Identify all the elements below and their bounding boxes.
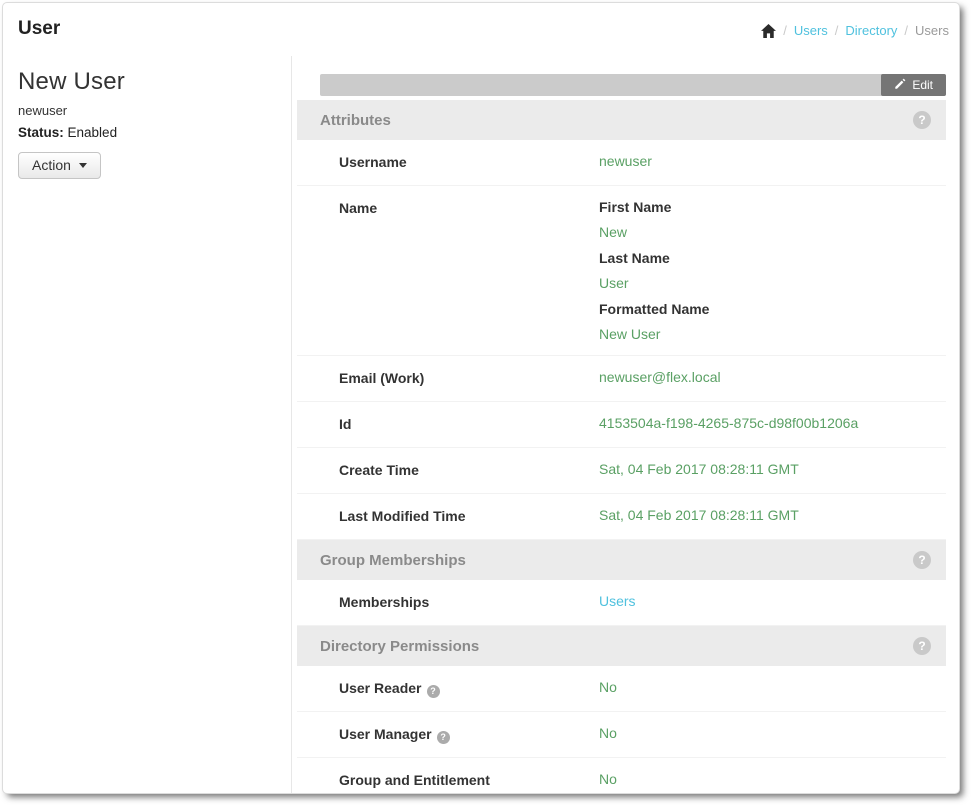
permission-row-user-manager: User Manager No <box>297 712 946 758</box>
user-status: Status: Enabled <box>18 125 275 140</box>
home-icon[interactable] <box>761 24 776 38</box>
attribute-row-id: Id 4153504a-f198-4265-875c-d98f00b1206a <box>297 402 946 448</box>
edit-button-label: Edit <box>912 78 933 92</box>
breadcrumb-separator: / <box>904 23 908 38</box>
attribute-row-last-modified: Last Modified Time Sat, 04 Feb 2017 08:2… <box>297 494 946 540</box>
detail-content: Edit Attributes Username newuser Name <box>292 56 959 794</box>
row-value: No <box>599 679 617 698</box>
permission-row-user-reader: User Reader No <box>297 666 946 712</box>
top-header: User / Users / Directory / Users <box>3 3 959 56</box>
section-header-group-memberships: Group Memberships <box>297 540 946 580</box>
breadcrumb-directory-link[interactable]: Directory <box>845 23 897 38</box>
page-title: User <box>18 18 60 40</box>
action-dropdown-button[interactable]: Action <box>18 152 101 179</box>
section-title: Group Memberships <box>320 552 466 569</box>
subfield-formatted-name: Formatted Name New User <box>599 301 709 342</box>
user-display-name: New User <box>18 68 275 96</box>
action-button-label: Action <box>32 157 71 173</box>
section-title: Directory Permissions <box>320 638 479 655</box>
subfield-last-name: Last Name User <box>599 250 709 291</box>
status-label: Status: <box>18 125 64 140</box>
caret-down-icon <box>79 163 87 168</box>
membership-row: Memberships Users <box>297 580 946 626</box>
section-header-directory-permissions: Directory Permissions <box>297 626 946 666</box>
row-label: User Reader <box>339 679 599 698</box>
user-username: newuser <box>18 103 275 118</box>
help-icon[interactable] <box>913 111 931 129</box>
breadcrumb-separator: / <box>783 23 787 38</box>
row-value: Sat, 04 Feb 2017 08:28:11 GMT <box>599 507 799 526</box>
attribute-row-username: Username newuser <box>297 140 946 186</box>
row-value: 4153504a-f198-4265-875c-d98f00b1206a <box>599 415 858 434</box>
page-body: New User newuser Status: Enabled Action … <box>3 56 959 794</box>
permission-row-group-entitlement-manager: Group and Entitlement Manager No <box>297 758 946 794</box>
row-value: No <box>599 725 617 744</box>
row-label: Name <box>339 199 599 342</box>
sub-value: New <box>599 224 709 240</box>
row-label: Create Time <box>339 461 599 480</box>
row-label: Email (Work) <box>339 369 599 388</box>
sub-label: Formatted Name <box>599 301 709 317</box>
row-label: Id <box>339 415 599 434</box>
edit-toolbar: Edit <box>320 74 946 96</box>
attribute-row-name: Name First Name New Last Name User Forma… <box>297 186 946 356</box>
help-icon-small[interactable] <box>437 731 450 744</box>
sub-value: User <box>599 275 709 291</box>
row-label-text: User Reader <box>339 680 422 696</box>
sub-value: New User <box>599 326 709 342</box>
sub-label: Last Name <box>599 250 709 266</box>
breadcrumb-separator: / <box>835 23 839 38</box>
edit-button[interactable]: Edit <box>881 74 946 96</box>
attribute-row-email: Email (Work) newuser@flex.local <box>297 356 946 402</box>
row-label-text: Group and Entitlement Manager <box>339 772 490 794</box>
row-label-text: User Manager <box>339 726 432 742</box>
breadcrumb-current: Users <box>915 23 949 38</box>
status-value: Enabled <box>68 125 118 140</box>
row-label: Memberships <box>339 593 599 612</box>
help-icon[interactable] <box>913 551 931 569</box>
row-label: Group and Entitlement Manager <box>339 771 599 794</box>
help-icon-small[interactable] <box>427 685 440 698</box>
membership-users-link[interactable]: Users <box>599 593 636 612</box>
section-title: Attributes <box>320 112 391 129</box>
row-label: Username <box>339 153 599 172</box>
sub-label: First Name <box>599 199 709 215</box>
section-header-attributes: Attributes <box>297 100 946 140</box>
pencil-icon <box>894 78 906 93</box>
row-label: Last Modified Time <box>339 507 599 526</box>
row-value: Sat, 04 Feb 2017 08:28:11 GMT <box>599 461 799 480</box>
breadcrumb: / Users / Directory / Users <box>761 18 949 38</box>
row-value: newuser <box>599 153 652 172</box>
user-detail-page: User / Users / Directory / Users New Use… <box>2 2 960 794</box>
row-value: No <box>599 771 617 794</box>
detail-card: Attributes Username newuser Name First N… <box>297 100 946 794</box>
row-value-group: First Name New Last Name User Formatted … <box>599 199 709 342</box>
breadcrumb-users-link[interactable]: Users <box>794 23 828 38</box>
row-label: User Manager <box>339 725 599 744</box>
help-icon[interactable] <box>913 637 931 655</box>
subfield-first-name: First Name New <box>599 199 709 240</box>
user-summary-sidebar: New User newuser Status: Enabled Action <box>3 56 292 794</box>
attribute-row-create-time: Create Time Sat, 04 Feb 2017 08:28:11 GM… <box>297 448 946 494</box>
row-value: newuser@flex.local <box>599 369 721 388</box>
